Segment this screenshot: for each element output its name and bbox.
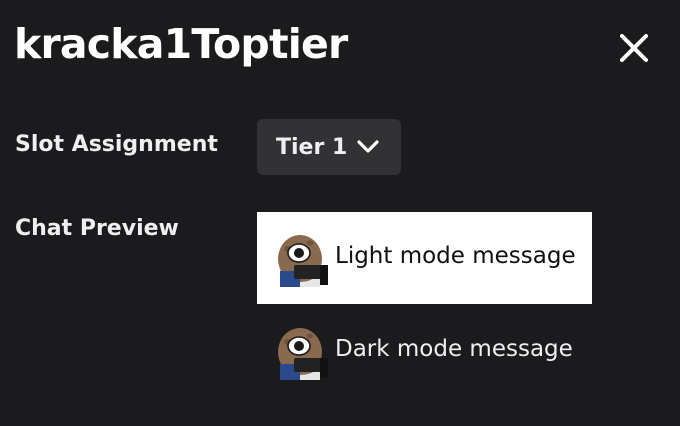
chevron-down-icon — [357, 137, 379, 157]
page-title: kracka1Toptier — [14, 20, 348, 68]
light-mode-preview: Light mode message — [257, 212, 592, 304]
chat-preview-label: Chat Preview — [15, 216, 179, 241]
dark-mode-preview: Dark mode message — [257, 305, 592, 397]
tier-dropdown[interactable]: Tier 1 — [257, 119, 401, 175]
emote-image — [274, 324, 330, 380]
emote-image — [274, 231, 330, 287]
dark-mode-message: Dark mode message — [335, 336, 573, 362]
slot-assignment-label: Slot Assignment — [15, 132, 218, 157]
light-mode-message: Light mode message — [335, 243, 576, 269]
tier-dropdown-value: Tier 1 — [276, 134, 348, 160]
close-button[interactable] — [612, 26, 656, 70]
close-icon — [612, 26, 656, 70]
